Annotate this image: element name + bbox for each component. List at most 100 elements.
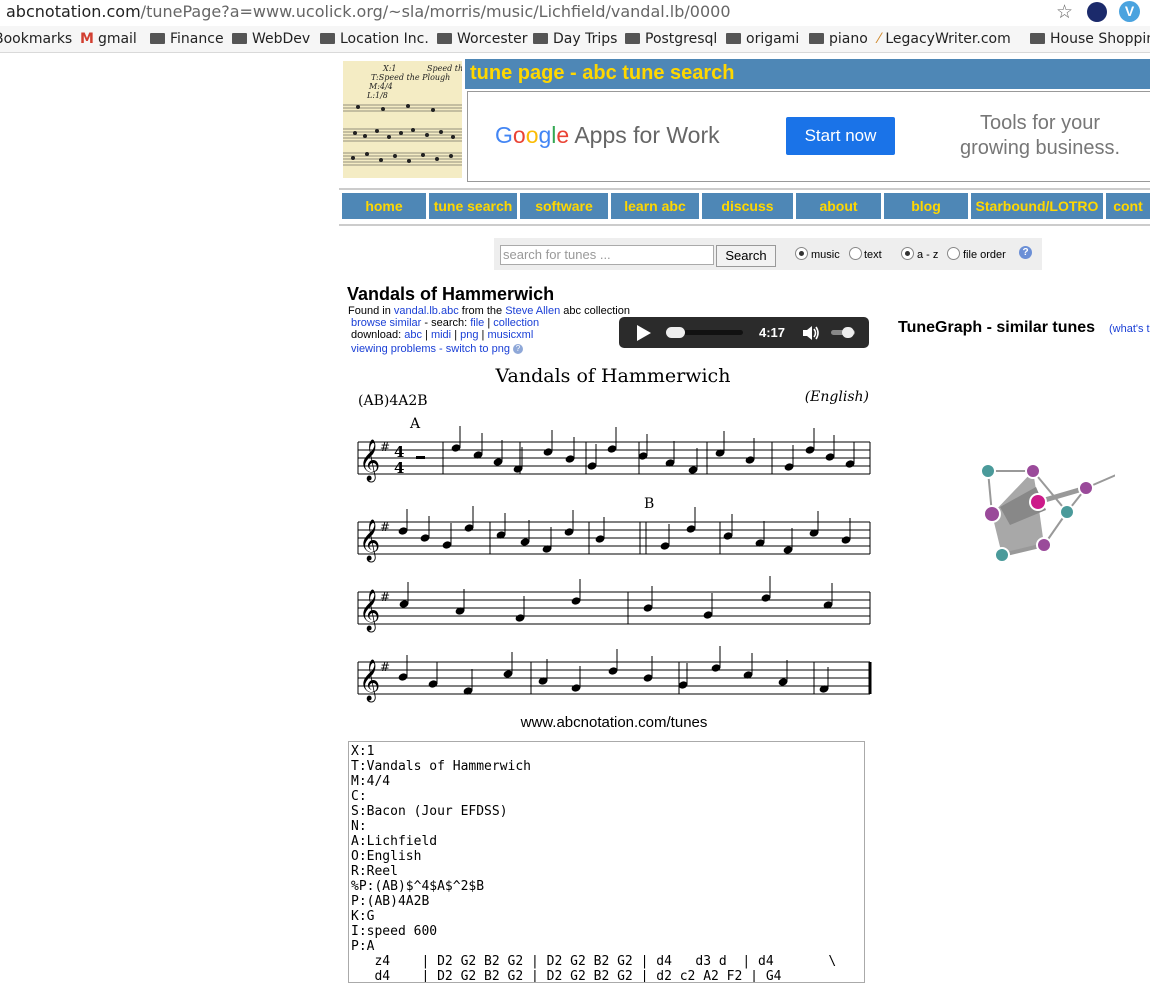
bookmark-folder-worcester[interactable]: Worcester <box>437 31 528 47</box>
abc-source-box[interactable]: X:1 T:Vandals of Hammerwich M:4/4 C: S:B… <box>348 741 865 983</box>
sheet-music-logo-icon: X:1 T:Speed the Plough M:4/4 L:1/8 Speed… <box>343 64 462 166</box>
bookmark-folder-finance[interactable]: Finance <box>150 31 224 47</box>
advertisement[interactable]: Google Apps for Work Start now Tools for… <box>467 91 1150 182</box>
bookmark-star-icon[interactable]: ☆ <box>1056 1 1073 24</box>
search-collection-link[interactable]: collection <box>493 317 539 329</box>
score-parts: (AB)4A2B <box>358 393 428 409</box>
nav-blog[interactable]: blog <box>884 193 968 219</box>
site-title: tune page - abc tune search <box>470 62 735 84</box>
nav-learn-abc[interactable]: learn abc <box>611 193 699 219</box>
browse-similar-link[interactable]: browse similar <box>351 317 421 329</box>
folder-icon <box>809 33 824 44</box>
graph-node[interactable] <box>1078 480 1094 496</box>
bookmark-folder-piano[interactable]: piano <box>809 31 868 47</box>
search-button[interactable]: Search <box>716 245 776 267</box>
tunegraph-title: TuneGraph - similar tunes <box>898 319 1096 336</box>
svg-text:#: # <box>380 440 390 454</box>
graph-node[interactable] <box>980 463 996 479</box>
nav-discuss[interactable]: discuss <box>702 193 793 219</box>
viewing-problems-link[interactable]: viewing problems - switch to png <box>351 343 510 355</box>
download-line: download: abc | midi | png | musicxml <box>351 329 534 341</box>
nav-software[interactable]: software <box>520 193 608 219</box>
search-input[interactable]: search for tunes ... <box>500 245 714 265</box>
help-icon[interactable]: ? <box>1019 246 1032 259</box>
abc-source-text: X:1 T:Vandals of Hammerwich M:4/4 C: S:B… <box>351 744 837 983</box>
svg-text:T:Speed the Plough: T:Speed the Plough <box>371 73 450 82</box>
bookmark-folder-origami[interactable]: origami <box>726 31 799 47</box>
found-in-line: Found in vandal.lb.abc from the Steve Al… <box>348 305 630 317</box>
feather-icon: ⁄ <box>878 31 881 47</box>
folder-icon <box>625 33 640 44</box>
radio-music[interactable] <box>795 247 808 260</box>
download-png-link[interactable]: png <box>460 329 478 341</box>
url-text[interactable]: abcnotation.com/tunePage?a=www.ucolick.o… <box>6 2 731 21</box>
svg-text:M:4/4: M:4/4 <box>368 82 393 91</box>
part-label-b: B <box>644 496 654 512</box>
bookmark-folder-location[interactable]: Location Inc. <box>320 31 429 47</box>
nav-home[interactable]: home <box>342 193 426 219</box>
radio-a-z[interactable] <box>901 247 914 260</box>
graph-node-current[interactable] <box>1029 493 1047 511</box>
footer-url: www.abcnotation.com/tunes <box>520 714 708 731</box>
bookmark-gmail[interactable]: Mgmail <box>80 31 137 47</box>
search-file-link[interactable]: file <box>470 317 484 329</box>
download-musicxml-link[interactable]: musicxml <box>487 329 533 341</box>
search-panel: search for tunes ... Search music text a… <box>494 238 1042 270</box>
svg-text:𝄞: 𝄞 <box>359 589 380 632</box>
part-label-a: A <box>409 416 421 432</box>
score-origin: (English) <box>805 389 869 405</box>
graph-node[interactable] <box>983 505 1001 523</box>
seek-handle[interactable] <box>666 327 685 338</box>
radio-text-label: text <box>864 249 882 261</box>
whats-this-link[interactable]: (what's t <box>1109 323 1150 335</box>
folder-icon <box>726 33 741 44</box>
folder-icon <box>1030 33 1045 44</box>
site-logo[interactable]: X:1 T:Speed the Plough M:4/4 L:1/8 Speed… <box>343 61 462 178</box>
site-title-bar: tune page - abc tune search <box>465 59 1150 89</box>
bookmark-legacywriter[interactable]: ⁄ LegacyWriter.com <box>878 31 1011 47</box>
tune-title: Vandals of Hammerwich <box>347 284 555 304</box>
graph-node[interactable] <box>1059 504 1075 520</box>
download-midi-link[interactable]: midi <box>431 329 451 341</box>
bookmark-folder-webdev[interactable]: WebDev <box>232 31 310 47</box>
graph-node[interactable] <box>994 547 1010 563</box>
bookmarks-menu[interactable]: Bookmarks <box>0 31 72 47</box>
nav-starbound-lotro[interactable]: Starbound/LOTRO <box>971 193 1103 219</box>
radio-file-order[interactable] <box>947 247 960 260</box>
audio-player: 4:17 <box>619 317 869 348</box>
duration: 4:17 <box>759 325 786 340</box>
volume-handle[interactable] <box>842 327 854 338</box>
help-icon[interactable]: ? <box>513 344 524 355</box>
bookmark-folder-house[interactable]: House Shopping <box>1030 31 1150 47</box>
folder-icon <box>150 33 165 44</box>
bookmark-folder-daytrips[interactable]: Day Trips <box>533 31 617 47</box>
folder-icon <box>320 33 335 44</box>
folder-icon <box>232 33 247 44</box>
collection-link[interactable]: Steve Allen <box>505 305 560 317</box>
volume-icon[interactable] <box>802 324 820 342</box>
viewing-problems-line: viewing problems - switch to png ? <box>351 343 524 355</box>
tunegraph[interactable] <box>970 455 1115 565</box>
nav-about[interactable]: about <box>796 193 881 219</box>
vivaldi-extension-icon[interactable]: V <box>1119 1 1140 22</box>
gmail-icon: M <box>80 31 94 47</box>
svg-text:𝄞: 𝄞 <box>359 439 380 482</box>
svg-text:𝄞: 𝄞 <box>359 659 380 702</box>
score-title: Vandals of Hammerwich <box>495 365 731 387</box>
extension-icon[interactable] <box>1087 2 1107 22</box>
ad-tagline: Tools for your growing business. <box>959 112 1121 159</box>
play-icon[interactable] <box>637 325 651 341</box>
address-bar[interactable]: abcnotation.com/tunePage?a=www.ucolick.o… <box>0 0 1150 25</box>
start-now-button[interactable]: Start now <box>786 117 895 155</box>
main-nav: home tune search software learn abc disc… <box>342 193 1150 219</box>
download-abc-link[interactable]: abc <box>404 329 422 341</box>
graph-node[interactable] <box>1036 537 1052 553</box>
nav-contact[interactable]: cont <box>1106 193 1150 219</box>
radio-text[interactable] <box>849 247 862 260</box>
browse-line: browse similar - search: file | collecti… <box>351 317 540 329</box>
bookmark-folder-postgresql[interactable]: Postgresql <box>625 31 717 47</box>
nav-tune-search[interactable]: tune search <box>429 193 517 219</box>
file-link[interactable]: vandal.lb.abc <box>394 305 459 317</box>
folder-icon <box>437 33 452 44</box>
graph-node[interactable] <box>1025 463 1041 479</box>
